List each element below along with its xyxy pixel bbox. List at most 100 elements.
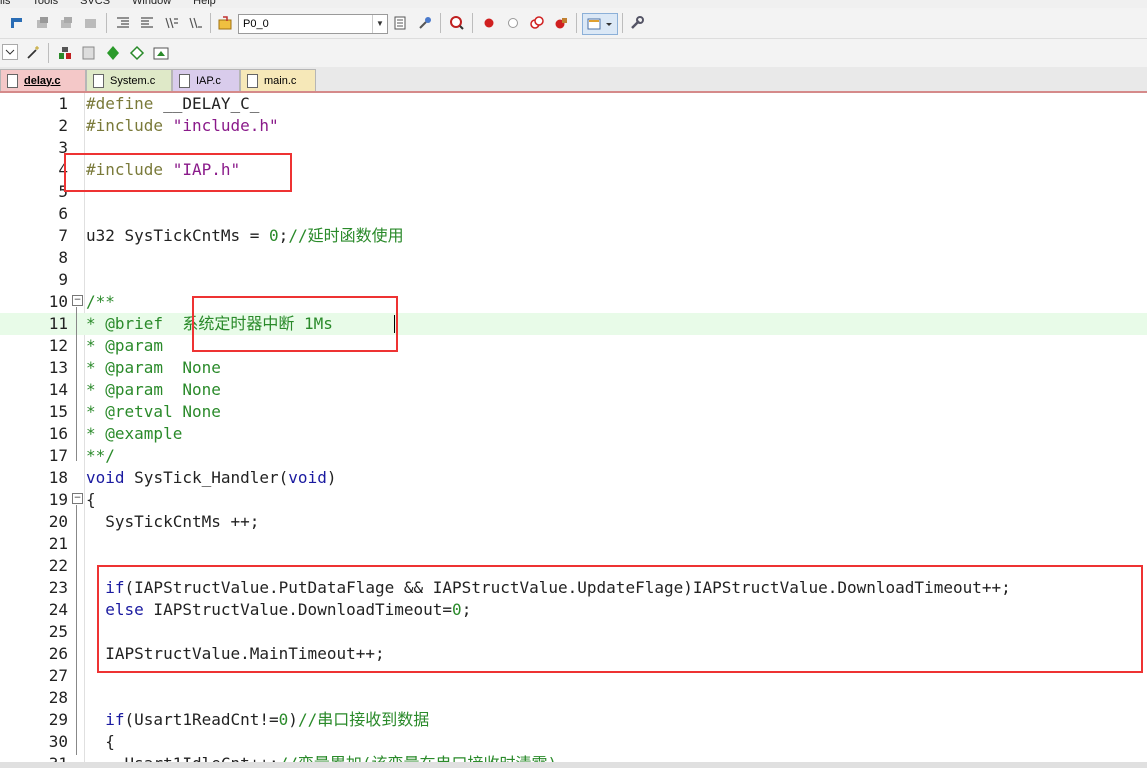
fold-guide bbox=[76, 307, 77, 461]
code-token: 0 bbox=[269, 226, 279, 245]
indent-icon[interactable] bbox=[114, 14, 132, 32]
code-line[interactable]: 7 u32 SysTickCntMs = 0;//延时函数使用 bbox=[0, 225, 1147, 247]
fold-toggle-icon[interactable]: − bbox=[72, 493, 83, 504]
target-select[interactable]: P0_0 ▼ bbox=[238, 14, 388, 34]
horizontal-scrollbar[interactable] bbox=[0, 762, 1147, 768]
code-line[interactable]: 6 bbox=[0, 203, 1147, 225]
line-number: 23 bbox=[48, 578, 68, 597]
code-line[interactable]: 30 { bbox=[0, 731, 1147, 753]
options-icon[interactable] bbox=[392, 14, 410, 32]
code-line[interactable]: 21 bbox=[0, 533, 1147, 555]
comment-icon[interactable] bbox=[162, 14, 180, 32]
code-editor[interactable]: 1 #define __DELAY_C_ 2 #include "include.h"… bbox=[0, 93, 1147, 768]
code-token: * @param None bbox=[86, 358, 221, 377]
line-number: 14 bbox=[48, 380, 68, 399]
uncomment-icon[interactable] bbox=[186, 14, 204, 32]
breakpoint-clear-icon[interactable] bbox=[552, 14, 570, 32]
breakpoint-icon[interactable] bbox=[480, 14, 498, 32]
code-line[interactable]: 8 bbox=[0, 247, 1147, 269]
code-line[interactable]: 10−/** bbox=[0, 291, 1147, 313]
line-number: 12 bbox=[48, 336, 68, 355]
line-number: 24 bbox=[48, 600, 68, 619]
document-icon bbox=[179, 73, 190, 88]
line-number: 1 bbox=[58, 94, 68, 113]
code-line[interactable]: 11 * @brief 系统定时器中断 1Ms bbox=[0, 313, 1147, 335]
line-number: 27 bbox=[48, 666, 68, 685]
code-text: if(Usart1ReadCnt!=0)//串口接收到数据 bbox=[86, 709, 429, 731]
menu-item[interactable]: Help bbox=[193, 0, 216, 7]
toolbar-main: P0_0 ▼ bbox=[0, 8, 1147, 39]
code-token: if bbox=[105, 710, 125, 729]
magic-wand-icon[interactable] bbox=[24, 44, 42, 62]
components-icon[interactable] bbox=[80, 44, 98, 62]
code-token: { bbox=[86, 732, 115, 751]
fold-toggle-icon[interactable]: − bbox=[72, 295, 83, 306]
code-line[interactable]: 18 void SysTick_Handler(void) bbox=[0, 467, 1147, 489]
line-number: 2 bbox=[58, 116, 68, 135]
code-token: //串口接收到数据 bbox=[297, 710, 430, 729]
code-token: 0 bbox=[278, 710, 289, 729]
code-text: { bbox=[86, 731, 115, 753]
build-icon[interactable] bbox=[34, 14, 52, 32]
breakpoint-kill-icon[interactable] bbox=[528, 14, 546, 32]
code-token: ) bbox=[288, 710, 298, 729]
code-line[interactable]: 19−{ bbox=[0, 489, 1147, 511]
unindent-icon[interactable] bbox=[138, 14, 156, 32]
code-line[interactable]: 28 bbox=[0, 687, 1147, 709]
project-icon[interactable] bbox=[56, 44, 74, 62]
code-line[interactable]: 9 bbox=[0, 269, 1147, 291]
line-number: 3 bbox=[58, 138, 68, 157]
chevron-down-icon[interactable]: ▼ bbox=[372, 15, 387, 33]
menu-item[interactable]: Window bbox=[132, 0, 171, 7]
menu-item[interactable]: Tools bbox=[32, 0, 58, 7]
code-token: #include bbox=[86, 116, 173, 135]
line-number: 19 bbox=[48, 490, 68, 509]
menu-item[interactable]: lls bbox=[0, 0, 10, 7]
code-text: **/ bbox=[86, 445, 115, 467]
pack-installer-icon[interactable] bbox=[104, 44, 122, 62]
code-line[interactable]: 20 SysTickCntMs ++; bbox=[0, 511, 1147, 533]
menu-item[interactable]: SVCS bbox=[80, 0, 110, 7]
wrench-icon[interactable] bbox=[628, 14, 646, 32]
code-token: void bbox=[86, 468, 135, 487]
line-number: 17 bbox=[48, 446, 68, 465]
multi-project-icon[interactable] bbox=[152, 44, 170, 62]
code-line[interactable]: 16 * @example bbox=[0, 423, 1147, 445]
translate-icon[interactable] bbox=[8, 14, 26, 32]
code-token: #define bbox=[86, 94, 164, 113]
line-number: 15 bbox=[48, 402, 68, 421]
tab-iap-c[interactable]: IAP.c bbox=[172, 69, 240, 91]
line-number: 11 bbox=[48, 314, 68, 333]
code-text: void SysTick_Handler(void) bbox=[86, 467, 336, 489]
code-text: * @param bbox=[86, 335, 163, 357]
tab-delay-c[interactable]: delay.c bbox=[0, 69, 86, 91]
code-line[interactable]: 1 #define __DELAY_C_ bbox=[0, 93, 1147, 115]
code-line[interactable]: 13 * @param None bbox=[0, 357, 1147, 379]
tab-main-c[interactable]: main.c bbox=[240, 69, 316, 91]
breakpoint-disable-icon[interactable] bbox=[504, 14, 522, 32]
code-token: (Usart1ReadCnt!= bbox=[124, 710, 279, 729]
code-token: //延时函数使用 bbox=[288, 226, 404, 245]
code-token: __DELAY_C_ bbox=[163, 94, 260, 113]
code-text: #define __DELAY_C_ bbox=[86, 93, 259, 115]
line-number: 26 bbox=[48, 644, 68, 663]
code-line[interactable]: 17 **/ bbox=[0, 445, 1147, 467]
manage-icon[interactable] bbox=[416, 14, 434, 32]
code-line[interactable]: 2 #include "include.h" bbox=[0, 115, 1147, 137]
code-line[interactable]: 14 * @param None bbox=[0, 379, 1147, 401]
rebuild-icon[interactable] bbox=[58, 14, 76, 32]
window-layout-icon[interactable] bbox=[582, 13, 618, 35]
code-line[interactable]: 29 if(Usart1ReadCnt!=0)//串口接收到数据 bbox=[0, 709, 1147, 731]
tab-system-c[interactable]: System.c bbox=[86, 69, 172, 91]
code-text: u32 SysTickCntMs = 0;//延时函数使用 bbox=[86, 225, 404, 247]
chevron-down-icon[interactable] bbox=[2, 44, 18, 60]
highlight-box-iap-timeout bbox=[97, 565, 1143, 673]
load-icon[interactable] bbox=[216, 14, 234, 32]
diamond-icon[interactable] bbox=[128, 44, 146, 62]
line-number: 18 bbox=[48, 468, 68, 487]
debug-icon[interactable] bbox=[448, 14, 466, 32]
batch-build-icon[interactable] bbox=[82, 14, 100, 32]
code-line[interactable]: 12 * @param bbox=[0, 335, 1147, 357]
code-line[interactable]: 15 * @retval None bbox=[0, 401, 1147, 423]
